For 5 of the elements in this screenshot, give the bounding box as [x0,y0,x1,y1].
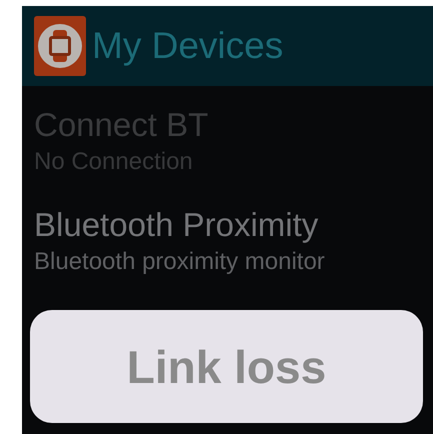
device-title[interactable]: Bluetooth Proximity [34,206,433,244]
watch-app-icon [34,16,86,76]
toast-message: Link loss [126,340,326,394]
device-subtitle: Bluetooth proximity monitor [34,248,326,276]
app-title: My Devices [92,25,284,67]
